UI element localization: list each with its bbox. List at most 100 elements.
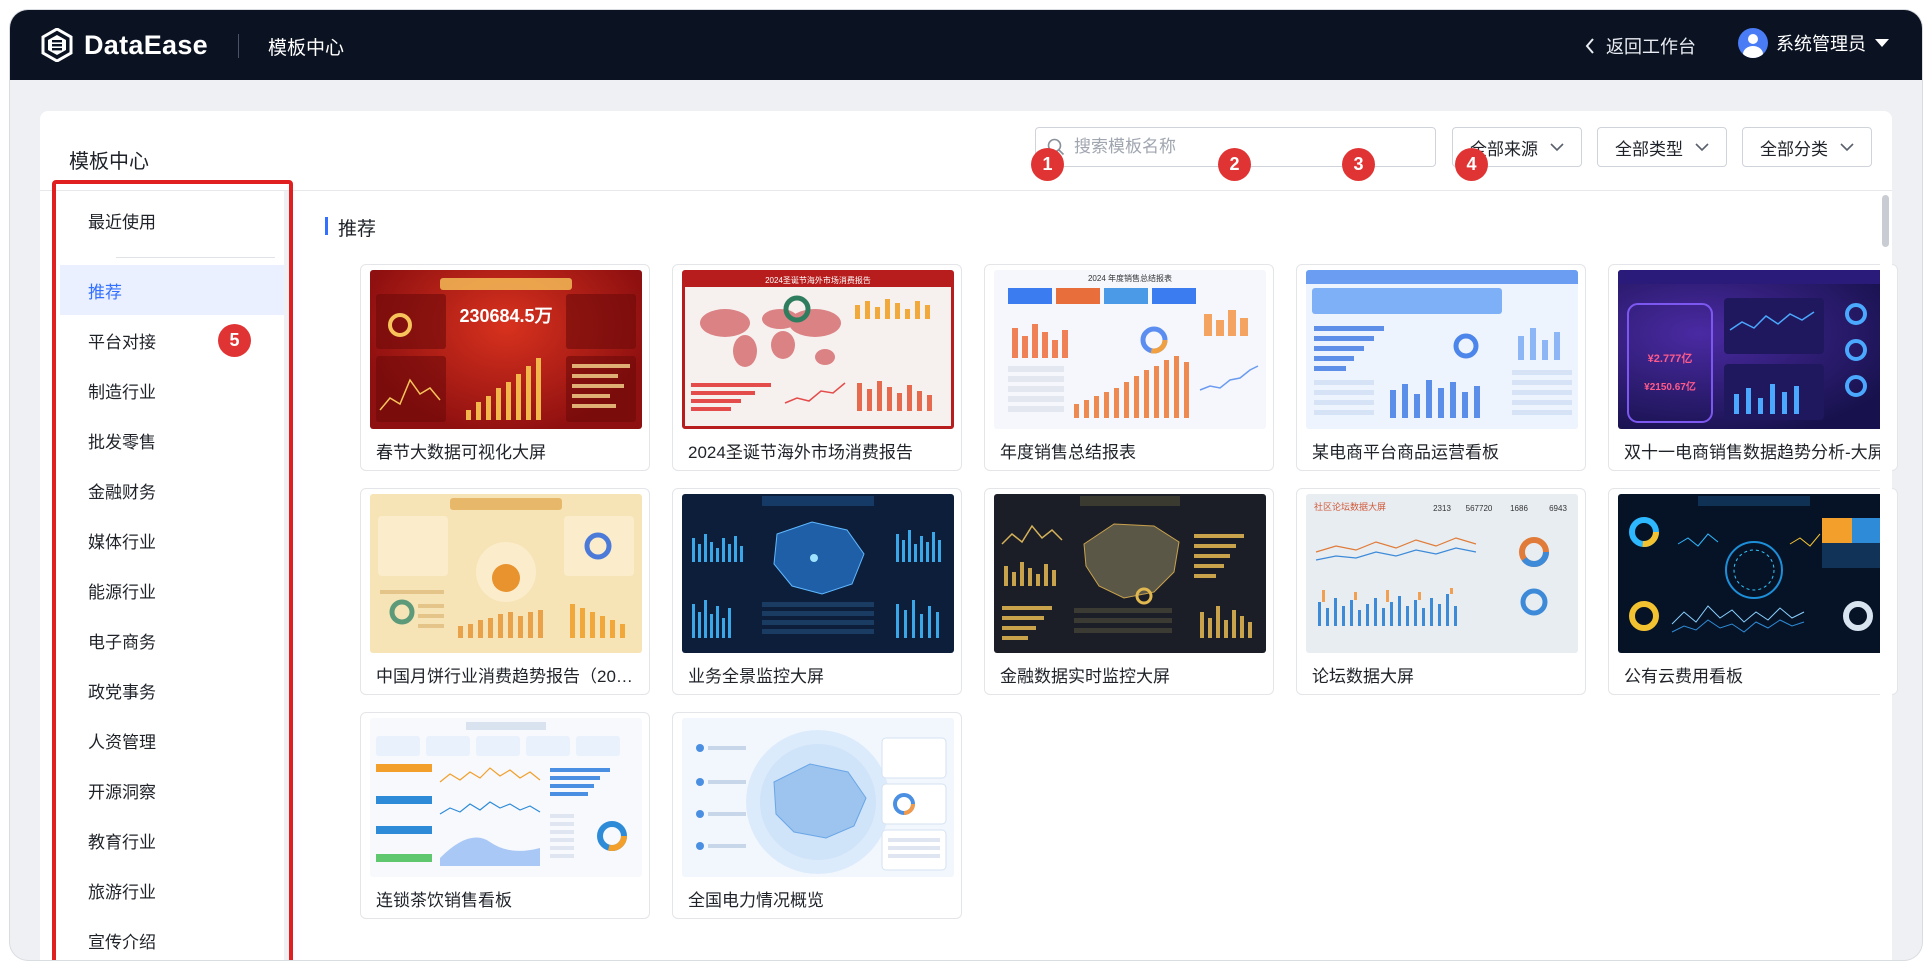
- template-card[interactable]: 金融数据实时监控大屏: [984, 488, 1274, 695]
- thumbnail-preview: 2024圣诞节海外市场消费报告: [685, 273, 951, 411]
- template-thumbnail: 2024 年度销售总结报表: [994, 270, 1266, 429]
- thumbnail-stat: 1686: [1510, 504, 1528, 513]
- logo-text: DataEase: [84, 29, 208, 60]
- thumbnail-preview: [378, 498, 634, 638]
- thumbnail-preview: [1001, 496, 1252, 640]
- avatar: [1738, 28, 1768, 58]
- category-filter-label: 全部分类: [1760, 139, 1828, 159]
- thumbnail-preview: ¥2.777亿 ¥2150.67亿: [1618, 270, 1890, 423]
- back-to-workbench-link[interactable]: 返回工作台: [1584, 33, 1696, 59]
- section-title: 推荐: [338, 219, 377, 240]
- thumbnail-number: ¥2150.67亿: [1644, 380, 1696, 393]
- chevron-left-icon: [1585, 38, 1594, 54]
- sidebar-item-finance[interactable]: 金融财务: [60, 465, 285, 515]
- chevron-down-icon: [1840, 142, 1854, 151]
- thumbnail-preview: [376, 722, 627, 866]
- template-name: 全国电力情况概览: [688, 891, 824, 910]
- back-label: 返回工作台: [1606, 37, 1696, 57]
- chevron-down-icon: [1550, 142, 1564, 151]
- type-filter-label: 全部类型: [1615, 139, 1683, 159]
- template-card[interactable]: 业务全景监控大屏: [672, 488, 962, 695]
- template-card[interactable]: 社区论坛数据大屏 2313 567720 1686 6943 论坛数据大屏: [1296, 488, 1586, 695]
- template-thumbnail: 2024圣诞节海外市场消费报告: [682, 270, 954, 429]
- thumbnail-preview: 社区论坛数据大屏 2313 567720 1686 6943: [1314, 501, 1567, 626]
- template-card[interactable]: 230684.5万 春节大数据可视化大屏: [360, 264, 650, 471]
- sidebar-item-manufacturing[interactable]: 制造行业: [60, 365, 285, 415]
- thumbnail-preview: [1306, 270, 1578, 418]
- scrollbar-thumb[interactable]: [1882, 195, 1889, 247]
- template-name: 某电商平台商品运营看板: [1312, 443, 1499, 462]
- thumbnail-preview: [1629, 496, 1882, 633]
- caret-down-icon: [1875, 39, 1889, 47]
- thumbnail-preview: [692, 496, 941, 638]
- template-grid: 推荐 230684.5万 春节大数据可视化大屏 2024圣诞节海外市场消费报告 …: [293, 191, 1898, 960]
- header-divider: [238, 34, 239, 58]
- logo[interactable]: DataEase: [40, 26, 208, 64]
- template-center-panel: 模板中心 全部来源 全部类型 全部分类 最近使用 推荐 平台对接 制造行业 批发…: [40, 111, 1898, 960]
- template-thumbnail: 社区论坛数据大屏 2313 567720 1686 6943: [1306, 494, 1578, 653]
- thumbnail-stat: 6943: [1549, 504, 1567, 513]
- template-thumbnail: [370, 494, 642, 653]
- annotation-marker-3: 3: [1342, 148, 1375, 181]
- user-menu[interactable]: 系统管理员: [1738, 28, 1890, 58]
- type-filter-select[interactable]: 全部类型: [1597, 127, 1727, 167]
- sidebar-item-education[interactable]: 教育行业: [60, 815, 285, 865]
- sidebar-item-ecommerce[interactable]: 电子商务: [60, 615, 285, 665]
- header-title: 模板中心: [268, 38, 345, 59]
- sidebar-item-retail[interactable]: 批发零售: [60, 415, 285, 465]
- template-card[interactable]: 连锁茶饮销售看板: [360, 712, 650, 919]
- template-name: 业务全景监控大屏: [688, 667, 824, 686]
- template-card[interactable]: ¥2.777亿 ¥2150.67亿 双十一电商销售数据趋势分析-大屏: [1608, 264, 1898, 471]
- template-card[interactable]: 全国电力情况概览: [672, 712, 962, 919]
- template-card[interactable]: 2024 年度销售总结报表 年度销售总结报表: [984, 264, 1274, 471]
- sidebar-item-energy[interactable]: 能源行业: [60, 565, 285, 615]
- content-scrollbar[interactable]: [1880, 191, 1892, 960]
- template-name: 双十一电商销售数据趋势分析-大屏: [1624, 443, 1885, 462]
- sidebar-item-media[interactable]: 媒体行业: [60, 515, 285, 565]
- thumbnail-preview: 2024 年度销售总结报表: [1008, 273, 1259, 418]
- sidebar-separator: [116, 257, 275, 258]
- annotation-marker-5: 5: [218, 324, 251, 357]
- sidebar-item-hr[interactable]: 人资管理: [60, 715, 285, 765]
- template-name: 连锁茶饮销售看板: [376, 891, 512, 910]
- template-thumbnail: [1306, 270, 1578, 429]
- thumbnail-number: 230684.5万: [459, 306, 552, 326]
- template-thumbnail: 230684.5万: [370, 270, 642, 429]
- category-filter-select[interactable]: 全部分类: [1742, 127, 1872, 167]
- page-title: 模板中心: [69, 151, 149, 173]
- sidebar-gutter: [284, 191, 293, 960]
- sidebar-item-recommended[interactable]: 推荐: [60, 265, 285, 315]
- thumbnail-heading: 2024圣诞节海外市场消费报告: [765, 275, 871, 285]
- thumbnail-preview: [696, 730, 947, 874]
- template-name: 中国月饼行业消费趋势报告（2024）: [376, 667, 638, 686]
- sidebar-item-promotion[interactable]: 宣传介绍: [60, 915, 285, 960]
- top-bar: DataEase 模板中心 返回工作台 系统管理员: [10, 10, 1922, 80]
- sidebar-item-party-affairs[interactable]: 政党事务: [60, 665, 285, 715]
- thumbnail-heading: 社区论坛数据大屏: [1314, 501, 1386, 512]
- template-card[interactable]: 某电商平台商品运营看板: [1296, 264, 1586, 471]
- template-card[interactable]: 中国月饼行业消费趋势报告（2024）: [360, 488, 650, 695]
- thumbnail-stat: 567720: [1466, 504, 1493, 513]
- template-name: 论坛数据大屏: [1312, 667, 1414, 686]
- template-name: 金融数据实时监控大屏: [1000, 667, 1170, 686]
- template-name: 公有云费用看板: [1624, 667, 1743, 686]
- annotation-marker-2: 2: [1218, 148, 1251, 181]
- sidebar-item-open-source[interactable]: 开源洞察: [60, 765, 285, 815]
- svg-text:¥2.777亿: ¥2.777亿: [1648, 351, 1693, 365]
- template-card[interactable]: 公有云费用看板: [1608, 488, 1898, 695]
- thumbnail-heading: 2024 年度销售总结报表: [1088, 273, 1172, 283]
- template-name: 春节大数据可视化大屏: [376, 443, 546, 462]
- sidebar-item-platform[interactable]: 平台对接: [60, 315, 285, 365]
- template-card[interactable]: 2024圣诞节海外市场消费报告 2024圣诞节海外市场消费报告: [672, 264, 962, 471]
- template-name: 年度销售总结报表: [1000, 443, 1136, 462]
- user-name: 系统管理员: [1776, 34, 1866, 54]
- sidebar-item-tourism[interactable]: 旅游行业: [60, 865, 285, 915]
- app-window: DataEase 模板中心 返回工作台 系统管理员 模板中心 全部来源 全部类型: [10, 10, 1922, 960]
- section-accent-bar: [325, 217, 328, 235]
- sidebar-item-recent[interactable]: 最近使用: [60, 195, 285, 245]
- template-thumbnail: [682, 718, 954, 877]
- annotation-marker-4: 4: [1455, 148, 1488, 181]
- template-thumbnail: [1618, 494, 1890, 653]
- template-thumbnail: [682, 494, 954, 653]
- thumbnail-stat: 2313: [1433, 504, 1451, 513]
